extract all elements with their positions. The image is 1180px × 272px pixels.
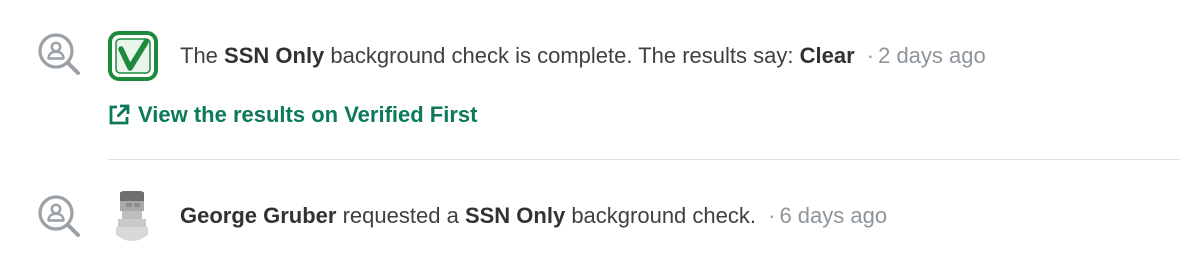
separator-dot: · <box>768 203 776 228</box>
message-suffix: background check. <box>571 203 756 228</box>
view-results-link[interactable]: View the results on Verified First <box>107 100 477 130</box>
view-results-label: View the results on Verified First <box>138 102 478 127</box>
verified-first-logo <box>108 31 158 81</box>
event-message: George Gruber requested a SSN Only backg… <box>180 201 887 231</box>
message-prefix: The <box>180 43 218 68</box>
activity-feed: The SSN Only background check is complet… <box>0 0 1180 272</box>
external-link-icon <box>107 103 131 127</box>
event-divider <box>108 159 1180 160</box>
check-name: SSN Only <box>464 203 566 228</box>
check-name: SSN Only <box>224 43 325 68</box>
user-avatar[interactable] <box>108 189 156 241</box>
check-result: Clear <box>799 43 855 68</box>
message-middle: background check is complete. The result… <box>330 43 794 68</box>
event-timestamp: 2 days ago <box>878 43 986 68</box>
actor-name[interactable]: George Gruber <box>180 203 336 228</box>
event-timestamp: 6 days ago <box>779 203 888 228</box>
event-message: The SSN Only background check is complet… <box>180 41 986 71</box>
person-search-icon <box>36 31 82 77</box>
separator-dot: · <box>866 43 875 68</box>
message-verb: requested a <box>342 203 459 228</box>
person-search-icon <box>36 193 82 239</box>
